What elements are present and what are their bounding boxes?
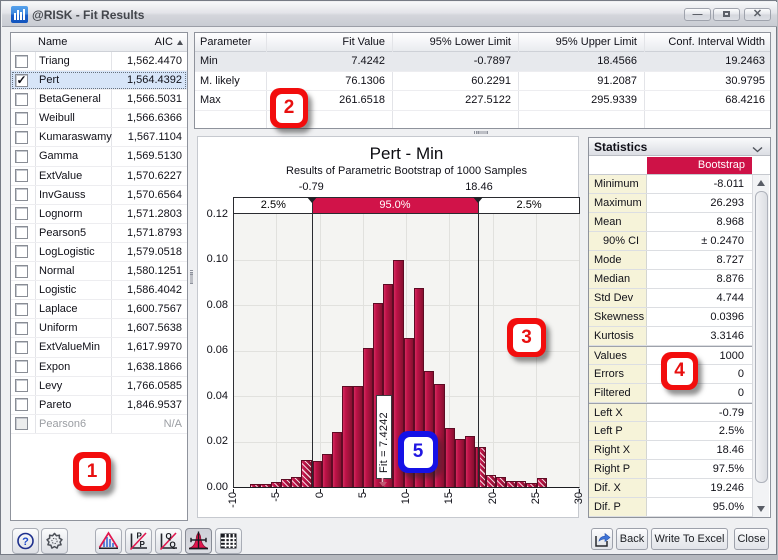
svg-text:P: P: [140, 540, 146, 549]
svg-text:Q: Q: [170, 541, 176, 550]
svg-text:?: ?: [22, 536, 29, 548]
